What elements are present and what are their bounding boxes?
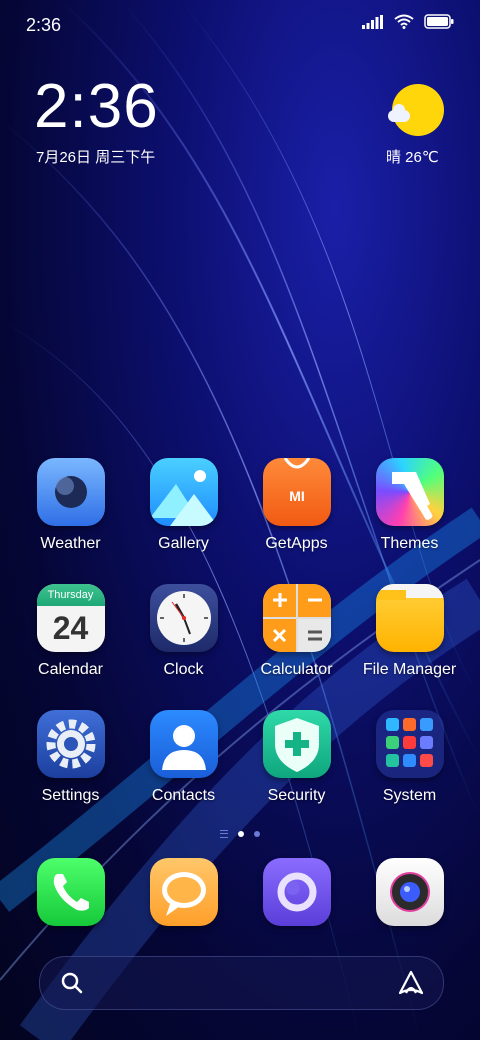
weather-widget-text: 晴 26℃ [386, 149, 439, 166]
clock-widget-time[interactable]: 2:36 [34, 76, 159, 138]
battery-icon [424, 14, 454, 29]
getapps-logo-text: MI [289, 488, 305, 504]
calendar-icon-weekday: Thursday [36, 584, 105, 606]
weather-app-icon [36, 458, 105, 526]
themes-icon [375, 458, 444, 526]
clock-widget-date[interactable]: 7月26日 周三下午 [36, 146, 155, 167]
app-label: Security [267, 787, 326, 804]
dock-messaging[interactable] [127, 858, 240, 926]
signal-icon [362, 14, 383, 29]
search-icon[interactable] [60, 971, 84, 995]
menu-lines-icon[interactable] [220, 830, 228, 838]
app-file-manager[interactable]: File Manager [353, 584, 466, 679]
app-label: Clock [163, 661, 204, 678]
app-system-folder[interactable]: System [353, 710, 466, 805]
weather-widget[interactable]: 晴 26℃ [386, 84, 446, 166]
app-label: Weather [40, 535, 101, 552]
status-time: 2:36 [26, 15, 62, 35]
clock-icon [149, 584, 218, 652]
app-label: Contacts [151, 787, 216, 804]
phone-icon [36, 858, 105, 926]
app-label: Calendar [38, 661, 103, 678]
wifi-icon [394, 14, 414, 29]
page-dot-1[interactable] [238, 831, 244, 837]
calendar-icon-day: 24 [52, 610, 89, 646]
messaging-icon [149, 858, 218, 926]
calculator-icon [262, 584, 331, 652]
page-indicator [0, 830, 480, 838]
status-bar: 2:36 [0, 0, 480, 50]
contacts-icon [149, 710, 218, 778]
app-label: Settings [41, 787, 100, 804]
app-security[interactable]: Security [240, 710, 353, 805]
app-weather[interactable]: Weather [14, 458, 127, 553]
settings-icon [36, 710, 105, 778]
app-calculator[interactable]: Calculator [240, 584, 353, 679]
dock-browser[interactable] [240, 858, 353, 926]
app-themes[interactable]: Themes [353, 458, 466, 553]
folder-icon [375, 584, 444, 652]
dock-camera[interactable] [353, 858, 466, 926]
getapps-icon: MI [262, 458, 331, 526]
app-clock[interactable]: Clock [127, 584, 240, 679]
app-label: System [382, 787, 437, 804]
dock-phone[interactable] [14, 858, 127, 926]
folder-grid-icon [375, 710, 444, 778]
camera-icon [375, 858, 444, 926]
gallery-icon [149, 458, 218, 526]
assistant-icon[interactable] [397, 969, 425, 997]
app-label: Themes [380, 535, 439, 552]
app-gallery[interactable]: Gallery [127, 458, 240, 553]
app-label: GetApps [265, 535, 328, 552]
app-label: File Manager [362, 661, 457, 678]
search-bar[interactable] [39, 956, 444, 1010]
app-label: Gallery [158, 535, 209, 552]
app-contacts[interactable]: Contacts [127, 710, 240, 805]
app-calendar[interactable]: Thursday 24 Calendar [14, 584, 127, 679]
app-settings[interactable]: Settings [14, 710, 127, 805]
dock [0, 858, 480, 930]
browser-icon [262, 858, 331, 926]
calendar-icon: Thursday 24 [36, 584, 105, 652]
app-label: Calculator [260, 661, 333, 678]
security-shield-icon [262, 710, 331, 778]
page-dot-2[interactable] [254, 831, 260, 837]
app-getapps[interactable]: MI GetApps [240, 458, 353, 553]
sunny-icon [388, 84, 444, 136]
